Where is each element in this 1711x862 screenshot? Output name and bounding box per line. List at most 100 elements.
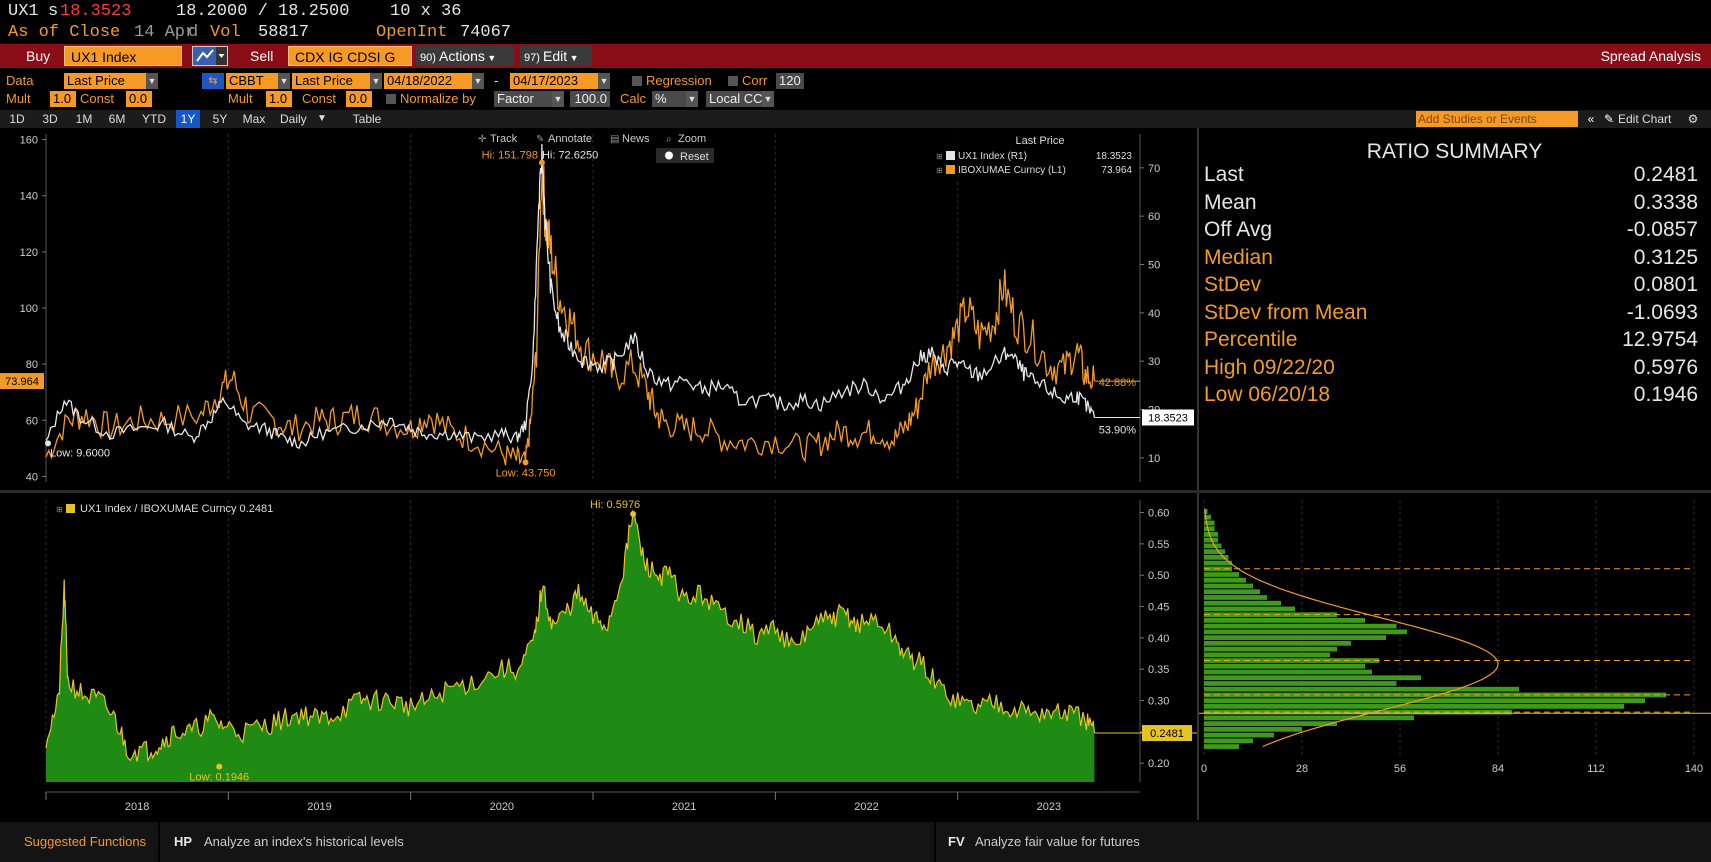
- actions-menu[interactable]: 90) Actions ▼: [416, 46, 514, 66]
- price-chart[interactable]: 40608010012014016010203040506070Hi: 151.…: [0, 128, 1198, 492]
- corr-checkbox[interactable]: [728, 76, 738, 86]
- const2-field[interactable]: 0.0: [346, 91, 372, 107]
- tool-label: Track: [490, 133, 518, 145]
- left-axis-label: 40: [26, 471, 38, 483]
- swap-icon[interactable]: ⇆: [202, 73, 224, 89]
- summary-label: High 09/22/20: [1204, 355, 1335, 379]
- hp-function-desc[interactable]: Analyze an index's historical levels: [204, 822, 404, 862]
- edit-menu[interactable]: 97) Edit ▼: [520, 46, 592, 66]
- sell-security-field[interactable]: CDX IG CDSI G: [288, 46, 412, 66]
- currency-select[interactable]: Local CCY: [706, 91, 771, 107]
- series-line-iboxumae: [45, 165, 1096, 466]
- pencil-icon[interactable]: ✎: [1604, 110, 1614, 128]
- source-field[interactable]: CBBT: [226, 73, 278, 89]
- chevron-down-icon[interactable]: ▼: [762, 91, 774, 107]
- factor-field[interactable]: 100.0: [570, 91, 610, 107]
- histogram-bar: [1204, 744, 1239, 749]
- summary-label: Last: [1204, 163, 1244, 186]
- legend-swatch: [946, 165, 955, 174]
- calc-select[interactable]: %: [652, 91, 686, 107]
- chevron-down-icon[interactable]: ▼: [472, 73, 484, 89]
- calc-label: Calc: [620, 91, 647, 106]
- normalize-select[interactable]: Factor: [494, 91, 552, 107]
- summary-label: Median: [1204, 245, 1273, 269]
- price-prefix: s: [48, 2, 59, 21]
- chevron-down-icon[interactable]: ▼: [370, 73, 382, 89]
- x-axis-label: 2021: [672, 801, 696, 813]
- right-axis-label: 50: [1148, 260, 1160, 272]
- histogram-bar: [1204, 652, 1330, 658]
- fv-function-desc[interactable]: Analyze fair value for futures: [975, 822, 1140, 862]
- histogram-bar: [1204, 532, 1218, 537]
- chart-type-button[interactable]: [192, 46, 228, 66]
- table-button[interactable]: Table: [350, 110, 384, 128]
- mult2-field[interactable]: 1.0: [266, 91, 292, 107]
- period-max[interactable]: Max: [240, 110, 268, 128]
- low-label-orange: Low: 43.750: [496, 467, 556, 479]
- chevron-down-icon[interactable]: ▼: [278, 73, 290, 89]
- date-dash: -: [494, 73, 499, 88]
- summary-label: StDev: [1204, 273, 1262, 296]
- legend-expand-icon: ⊞: [56, 505, 63, 514]
- chart-divider[interactable]: [0, 490, 1711, 493]
- summary-value: 0.5976: [1633, 355, 1698, 379]
- normalize-checkbox[interactable]: [386, 94, 396, 104]
- fv-function-code[interactable]: FV: [948, 822, 965, 862]
- panel-divider: [1197, 128, 1199, 820]
- start-date-field[interactable]: 04/18/2022: [384, 73, 472, 89]
- histogram-bar: [1204, 646, 1337, 652]
- hi-label: Hi: 0.5976: [590, 499, 640, 511]
- summary-row: Median 0.3125: [1204, 243, 1698, 273]
- left-axis-label: 140: [20, 191, 38, 203]
- end-date-field[interactable]: 04/17/2023: [510, 73, 598, 89]
- summary-value: 0.2481: [1633, 163, 1698, 186]
- chevron-down-icon[interactable]: ▼: [598, 73, 610, 89]
- summary-row: StDev from Mean -1.0693: [1204, 298, 1698, 328]
- data-settings-row: Data Last Price ▼ ⇆ CBBT ▼ Last Price ▼ …: [0, 72, 1711, 90]
- field-select[interactable]: Last Price: [292, 73, 370, 89]
- close-label: As of Close: [8, 23, 121, 42]
- summary-label: StDev from Mean: [1204, 300, 1368, 324]
- ratio-area: [46, 511, 1095, 782]
- histogram-bar: [1204, 589, 1260, 595]
- collapse-icon[interactable]: «: [1584, 110, 1598, 128]
- ratio-histogram: 0 28 56 84 112 140: [1198, 500, 1711, 775]
- chevron-down-icon[interactable]: ▼: [316, 110, 328, 128]
- regression-checkbox[interactable]: [632, 76, 642, 86]
- suggested-functions-bar: Suggested Functions HP Analyze an index'…: [0, 822, 1711, 862]
- period-1m[interactable]: 1M: [72, 110, 96, 128]
- chevron-down-icon[interactable]: ▼: [146, 73, 158, 89]
- histogram-bar: [1204, 726, 1302, 732]
- buy-security-field[interactable]: UX1 Index: [64, 46, 182, 66]
- mult-settings-row: Mult 1.0 Const 0.0 Mult 1.0 Const 0.0 No…: [0, 90, 1711, 108]
- period-5y[interactable]: 5Y: [208, 110, 232, 128]
- period-1y[interactable]: 1Y: [176, 110, 200, 128]
- histogram-bar: [1204, 715, 1414, 721]
- x-axis-label: 140: [1685, 763, 1703, 775]
- mult-field[interactable]: 1.0: [50, 91, 76, 107]
- corr-window-field[interactable]: 120: [776, 73, 804, 89]
- legend-series-name: UX1 Index / IBOXUMAE Curncy 0.2481: [80, 503, 273, 515]
- x-axis-label: 84: [1492, 763, 1504, 775]
- period-6m[interactable]: 6M: [104, 110, 130, 128]
- histogram-bar: [1204, 732, 1274, 738]
- right-axis-label: 30: [1148, 356, 1160, 368]
- const-field[interactable]: 0.0: [126, 91, 152, 107]
- ratio-chart[interactable]: 0.200.250.300.350.400.450.500.550.60Hi: …: [0, 494, 1198, 818]
- histogram-bar: [1204, 704, 1624, 709]
- edit-chart-button[interactable]: Edit Chart: [1618, 110, 1682, 128]
- regression-label: Regression: [646, 73, 712, 88]
- gear-icon[interactable]: ⚙: [1686, 110, 1700, 128]
- chevron-down-icon[interactable]: ▼: [686, 91, 698, 107]
- summary-label: Percentile: [1204, 328, 1298, 351]
- chevron-down-icon[interactable]: ▼: [552, 91, 564, 107]
- data-field-select[interactable]: Last Price: [64, 73, 146, 89]
- period-1d[interactable]: 1D: [6, 110, 28, 128]
- chart-tools[interactable]: ✛ Track ✎ Annotate ▤ News ⌕ Zoom: [478, 133, 706, 145]
- period-3d[interactable]: 3D: [38, 110, 62, 128]
- period-ytd[interactable]: YTD: [140, 110, 168, 128]
- right-axis-label: 0.40: [1148, 633, 1169, 645]
- hp-function-code[interactable]: HP: [174, 822, 192, 862]
- add-studies-field[interactable]: Add Studies or Events: [1416, 111, 1578, 127]
- divider: [158, 822, 160, 862]
